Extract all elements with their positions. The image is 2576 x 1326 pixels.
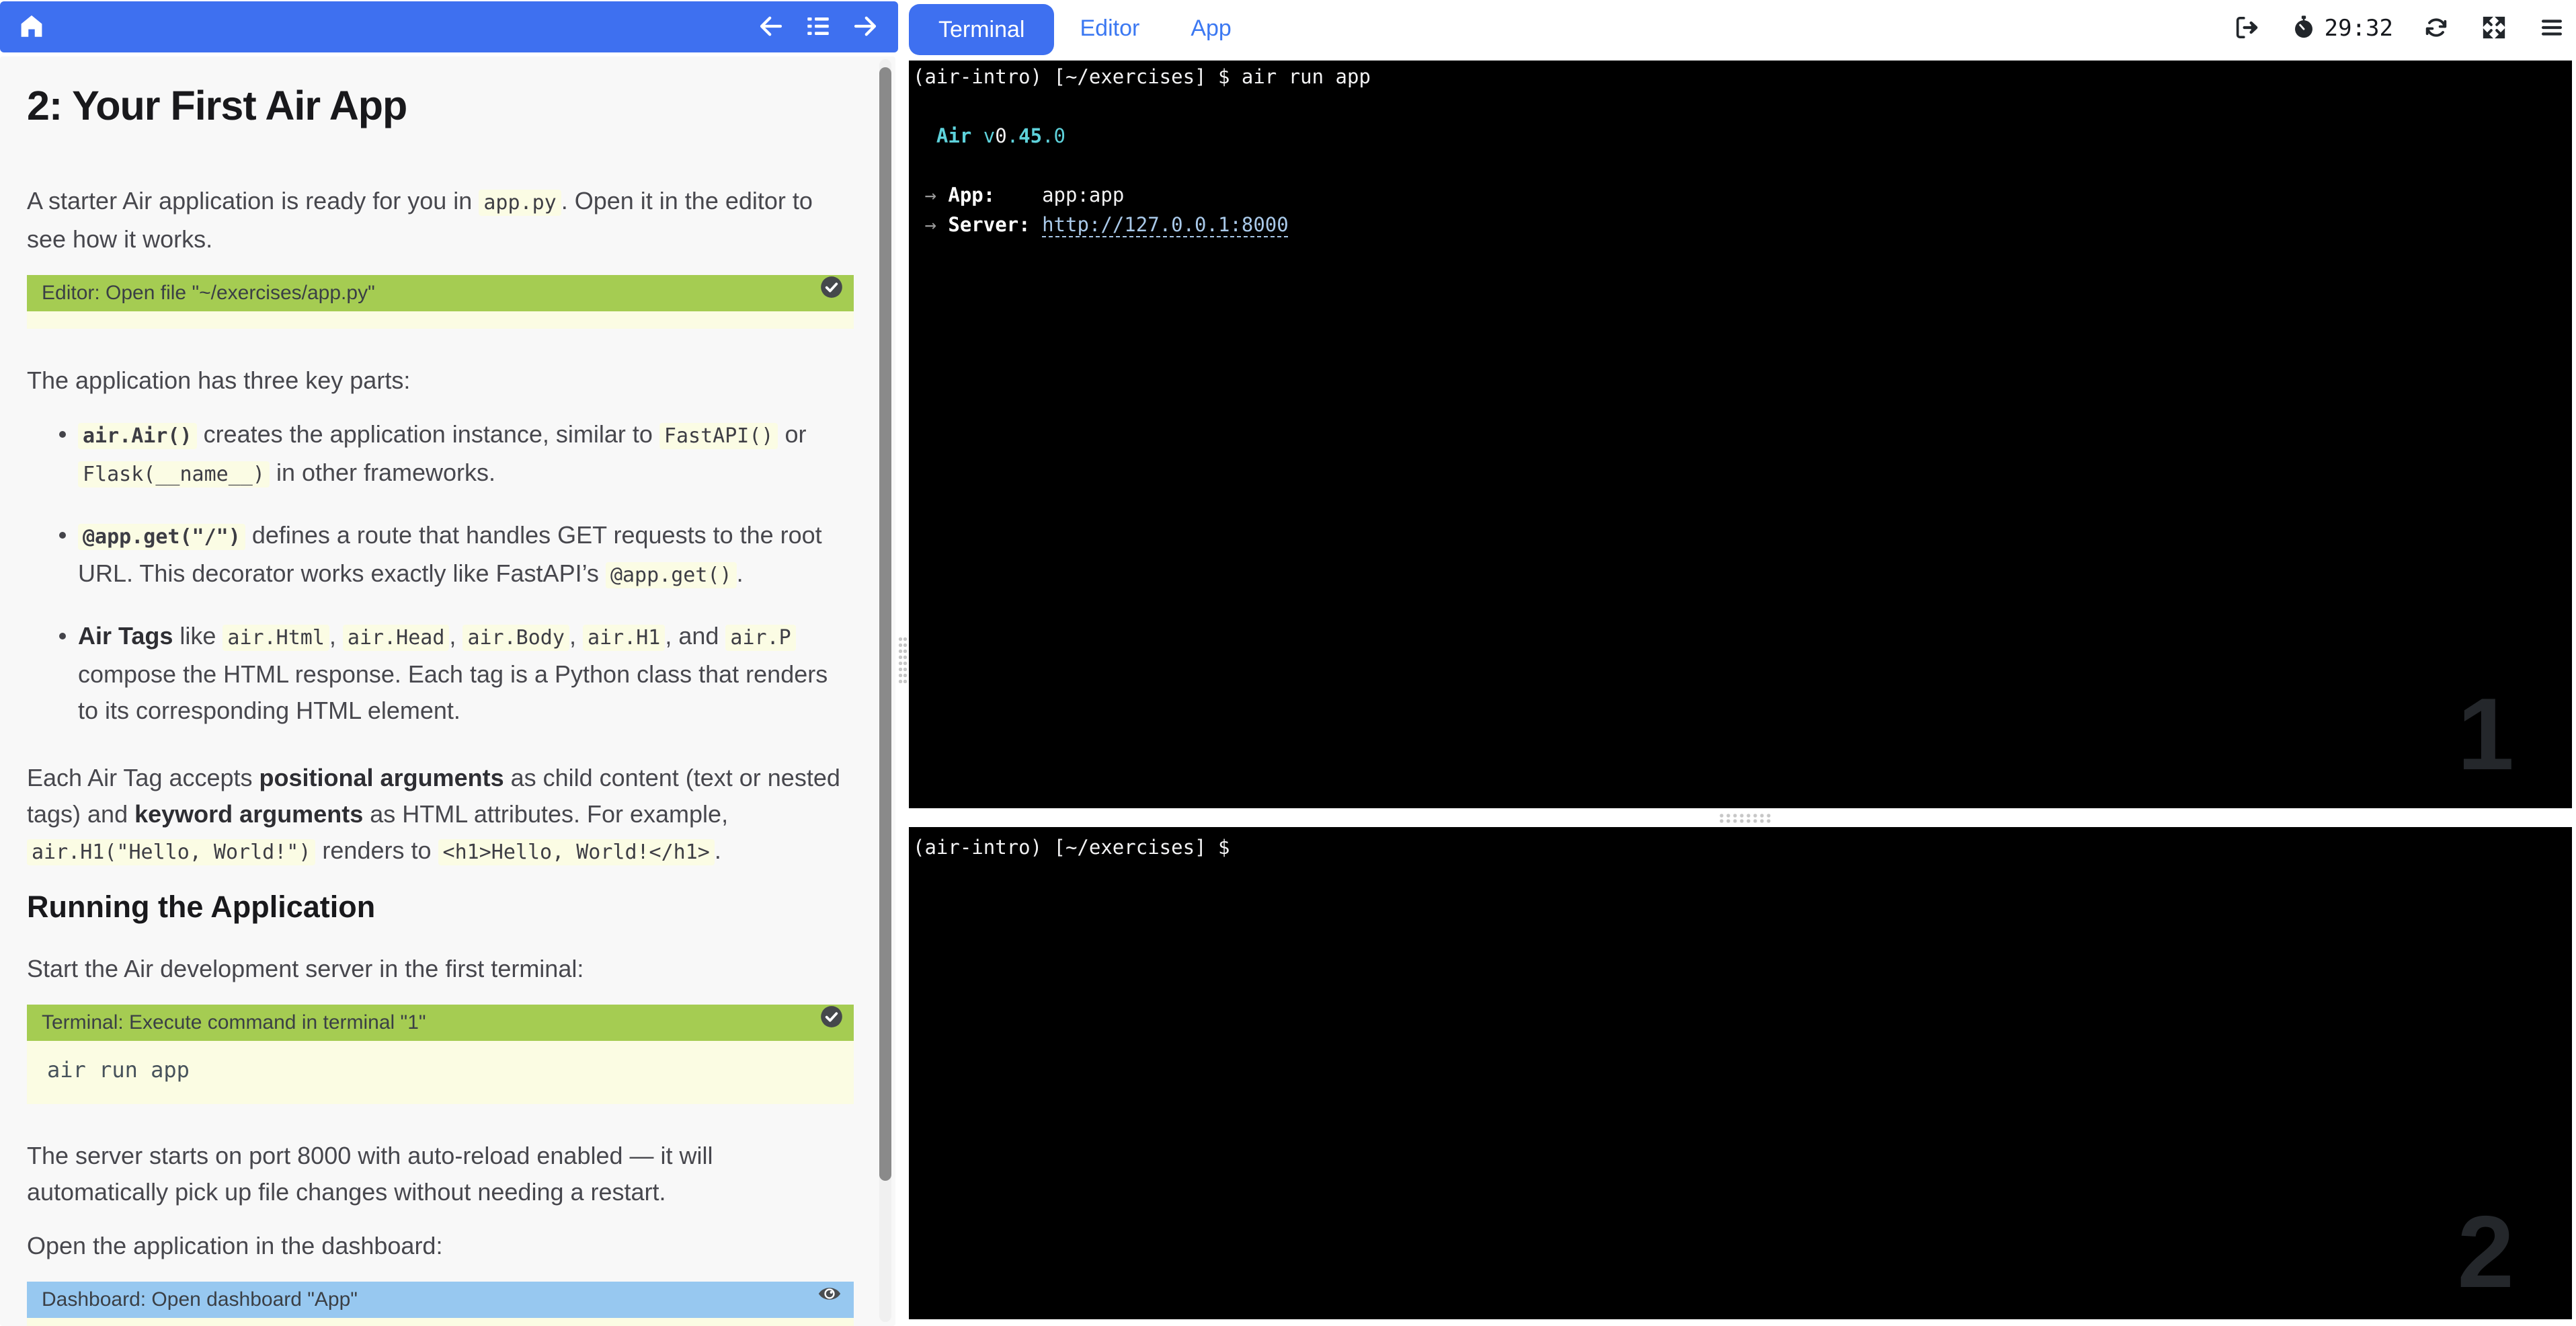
refresh-button[interactable]: [2423, 14, 2450, 43]
lesson-panel: 2: Your First Air App A starter Air appl…: [0, 56, 895, 1326]
check-circle-icon: [819, 274, 844, 312]
server-url-link[interactable]: http://127.0.0.1:8000: [1042, 213, 1289, 236]
lesson-content: 2: Your First Air App A starter Air appl…: [0, 56, 895, 1326]
lesson-paragraph-start: Start the Air development server in the …: [27, 955, 584, 982]
drag-handle-icon[interactable]: [1718, 813, 1772, 824]
lesson-bullet-list: air.Air() creates the application instan…: [27, 416, 854, 729]
page-title: 2: Your First Air App: [27, 83, 407, 128]
bullet-text: air.Air() creates the application instan…: [78, 416, 854, 493]
terminal-2-output: (air-intro) [~/exercises] $: [913, 836, 1230, 859]
terminal-1-output: (air-intro) [~/exercises] $ air run app …: [913, 65, 1371, 236]
tab-terminal[interactable]: Terminal: [909, 4, 1055, 55]
sign-out-icon: [2233, 14, 2260, 43]
action-dashboard-header: Dashboard: Open dashboard "App": [27, 1282, 854, 1318]
list-item: Air Tags like air.Html, air.Head, air.Bo…: [27, 618, 854, 729]
bullet-dot: [59, 633, 66, 639]
terminal-2[interactable]: (air-intro) [~/exercises] $ 2: [909, 827, 2572, 1319]
lesson-paragraph-open: Open the application in the dashboard:: [27, 1232, 443, 1259]
list-item: air.Air() creates the application instan…: [27, 416, 854, 493]
bullet-dot: [59, 431, 66, 438]
action-editor-body: [27, 311, 854, 329]
lesson-paragraph-server: The server starts on port 8000 with auto…: [27, 1142, 713, 1206]
view-tabbar: Terminal Editor App 29:32: [909, 0, 2576, 56]
tab-app[interactable]: App: [1165, 0, 1257, 56]
panel-resize-gutter[interactable]: [895, 56, 909, 1326]
lesson-paragraph-parts: The application has three key parts:: [27, 366, 411, 394]
bullet-text: @app.get("/") defines a route that handl…: [78, 521, 822, 588]
action-editor-open-file: Editor: Open file "~/exercises/app.py": [27, 275, 854, 329]
eye-icon: [815, 1282, 844, 1318]
section-heading-running: Running the Application: [27, 890, 376, 924]
session-timer: 29:32: [2324, 15, 2393, 42]
bullet-text: Air Tags like air.Html, air.Head, air.Bo…: [78, 622, 828, 724]
terminal-1[interactable]: (air-intro) [~/exercises] $ air run app …: [909, 61, 2572, 808]
terminal-resize-gutter[interactable]: [909, 808, 2576, 827]
next-lesson-button[interactable]: [851, 12, 879, 42]
action-dashboard-body: [27, 1318, 854, 1326]
lesson-list-button[interactable]: [804, 12, 832, 42]
action-editor-label: Editor: Open file "~/exercises/app.py": [42, 282, 375, 304]
terminal-1-number-watermark: 1: [2457, 677, 2514, 791]
list-icon: [804, 12, 832, 42]
session-toolbar: 29:32: [2233, 0, 2565, 56]
arrow-right-icon: [851, 12, 879, 42]
arrow-left-icon: [757, 12, 785, 42]
refresh-icon: [2423, 14, 2450, 43]
lesson-topbar: [0, 1, 898, 52]
bullet-dot: [59, 532, 66, 539]
list-item: @app.get("/") defines a route that handl…: [27, 517, 854, 594]
terminal-2-number-watermark: 2: [2457, 1195, 2514, 1309]
lesson-paragraph-arguments: Each Air Tag accepts positional argument…: [27, 764, 840, 865]
action-editor-header: Editor: Open file "~/exercises/app.py": [27, 275, 854, 311]
tab-editor[interactable]: Editor: [1054, 0, 1165, 56]
lesson-scrollbar-thumb[interactable]: [879, 67, 891, 1181]
hamburger-menu-icon: [2538, 14, 2565, 43]
action-terminal-header: Terminal: Execute command in terminal "1…: [27, 1005, 854, 1041]
action-terminal-command: Terminal: Execute command in terminal "1…: [27, 1005, 854, 1104]
sign-out-button[interactable]: [2233, 14, 2260, 43]
lesson-paragraph-intro: A starter Air application is ready for y…: [27, 187, 813, 253]
menu-button[interactable]: [2538, 14, 2565, 43]
lesson-nav-group: [757, 12, 879, 42]
action-terminal-command-text: air run app: [27, 1041, 854, 1104]
check-circle-icon: [819, 1004, 844, 1042]
prev-lesson-button[interactable]: [757, 12, 785, 42]
home-icon: [17, 12, 46, 42]
action-dashboard-open: Dashboard: Open dashboard "App": [27, 1282, 854, 1326]
drag-handle-icon[interactable]: [898, 636, 908, 683]
workspace-root: 2: Your First Air App A starter Air appl…: [0, 0, 2576, 1326]
action-dashboard-label: Dashboard: Open dashboard "App": [42, 1288, 358, 1311]
home-button[interactable]: [17, 12, 46, 42]
action-terminal-label: Terminal: Execute command in terminal "1…: [42, 1011, 426, 1034]
expand-icon: [2481, 14, 2507, 43]
fullscreen-button[interactable]: [2481, 14, 2507, 43]
stopwatch-icon: [2291, 13, 2317, 44]
